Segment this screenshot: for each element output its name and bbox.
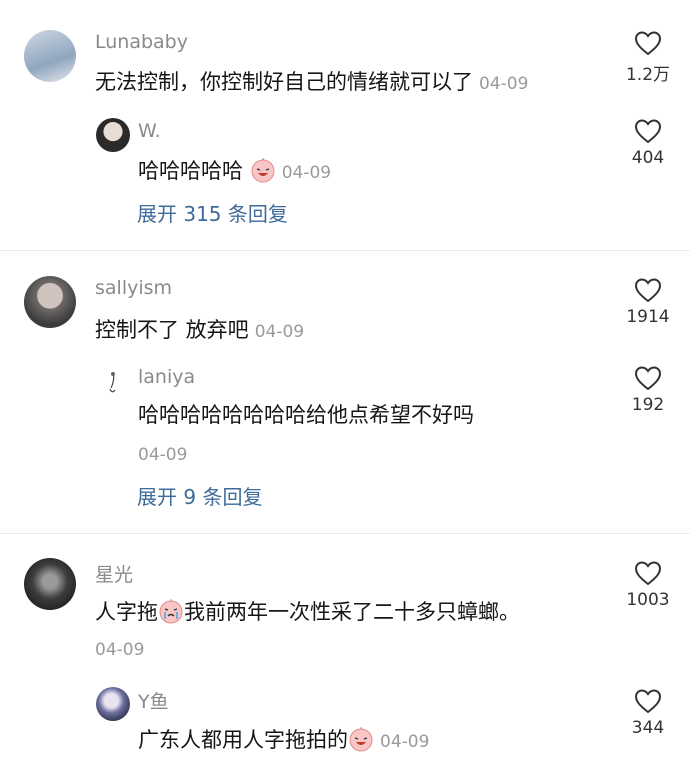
reply-username[interactable]: W. xyxy=(138,120,161,142)
heart-outline-icon xyxy=(634,278,662,303)
reply-date: 04-09 xyxy=(138,445,188,465)
reply-username[interactable]: laniya xyxy=(138,366,195,388)
comment-body-part1: 人字拖 xyxy=(95,600,158,624)
heart-outline-icon xyxy=(634,561,662,586)
bell-flower-icon xyxy=(109,371,116,393)
like-button[interactable]: 404 xyxy=(618,118,678,168)
heart-outline-icon xyxy=(634,689,662,714)
reply-text: 哈哈哈哈哈哈哈哈给他点希望不好吗 xyxy=(138,403,474,427)
heart-outline-icon xyxy=(634,119,662,144)
like-count: 1914 xyxy=(626,307,670,327)
avatar[interactable] xyxy=(96,366,130,400)
expand-replies-link[interactable]: 展开 315 条回复 xyxy=(137,198,288,227)
comment-date: 04-09 xyxy=(95,640,145,660)
like-count: 1003 xyxy=(626,590,670,610)
comment-username[interactable]: Lunababy xyxy=(95,31,188,53)
reply-text: 广东人都用人字拖拍的 04-09 xyxy=(138,724,429,754)
peach-cry-emoji xyxy=(159,599,183,624)
avatar[interactable] xyxy=(24,30,76,82)
reply-date: 04-09 xyxy=(380,732,430,752)
reply-body: 哈哈哈哈哈 xyxy=(138,159,243,183)
avatar[interactable] xyxy=(96,687,130,721)
avatar[interactable] xyxy=(24,558,76,610)
comment-body: 无法控制，你控制好自己的情绪就可以了 xyxy=(95,70,473,94)
reply-text: 哈哈哈哈哈 04-09 xyxy=(138,155,331,185)
expand-replies-link[interactable]: 展开 9 条回复 xyxy=(137,481,262,510)
like-button[interactable]: 344 xyxy=(618,688,678,738)
like-button[interactable]: 192 xyxy=(618,365,678,415)
comment-text: 无法控制，你控制好自己的情绪就可以了 04-09 xyxy=(95,66,528,96)
comment-body-part2: 我前两年一次性采了二十多只蟑螂。 xyxy=(184,600,520,624)
divider xyxy=(0,533,690,534)
like-button[interactable]: 1914 xyxy=(618,277,678,327)
like-count: 404 xyxy=(631,148,665,168)
comment-username[interactable]: 星光 xyxy=(95,560,133,587)
comment-text: 控制不了 放弃吧 04-09 xyxy=(95,314,304,344)
peach-laugh-emoji xyxy=(251,158,275,183)
heart-outline-icon xyxy=(634,31,662,56)
reply-body: 广东人都用人字拖拍的 xyxy=(138,728,348,752)
comment-date: 04-09 xyxy=(479,74,529,94)
like-count: 192 xyxy=(631,395,665,415)
peach-laugh-emoji xyxy=(349,727,373,752)
avatar[interactable] xyxy=(24,276,76,328)
comment-body: 控制不了 放弃吧 xyxy=(95,318,249,342)
comment-date: 04-09 xyxy=(254,322,305,342)
comment-username[interactable]: sallyism xyxy=(95,277,172,299)
like-count: 344 xyxy=(631,718,665,738)
avatar[interactable] xyxy=(96,118,130,152)
reply-date: 04-09 xyxy=(281,163,332,183)
like-count: 1.2万 xyxy=(625,65,671,85)
like-button[interactable]: 1003 xyxy=(618,560,678,610)
comment-text: 人字拖 我前两年一次性采了二十多只蟑螂。 xyxy=(95,596,520,626)
like-button[interactable]: 1.2万 xyxy=(618,30,678,85)
heart-outline-icon xyxy=(634,366,662,391)
divider xyxy=(0,250,690,251)
reply-username[interactable]: Y鱼 xyxy=(138,687,169,714)
